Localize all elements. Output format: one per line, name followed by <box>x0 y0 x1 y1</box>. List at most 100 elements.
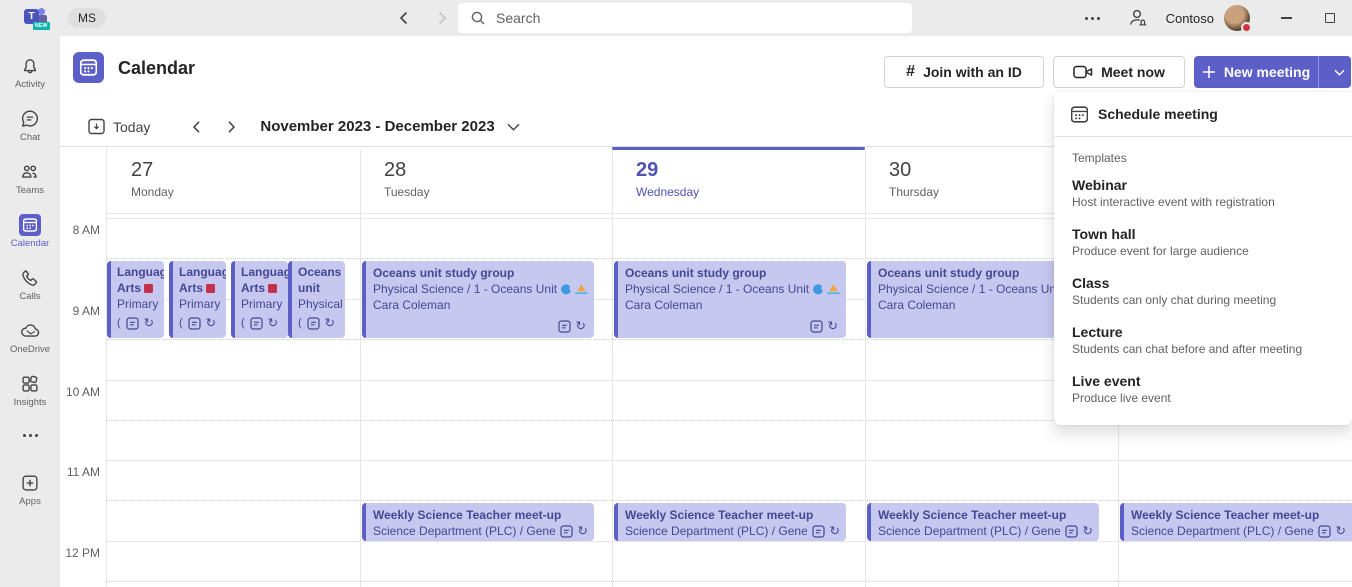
calendar-today-icon <box>88 118 105 135</box>
clock-icon: ( <box>241 315 245 331</box>
calendar-icon <box>1071 106 1088 123</box>
previous-week-button[interactable] <box>190 120 204 134</box>
sidebar-more-apps[interactable] <box>2 417 58 453</box>
red-square-icon <box>268 284 277 293</box>
sidebar-item-apps[interactable]: Apps <box>2 463 58 516</box>
title-bar: T NEW MS Contoso <box>0 0 1352 36</box>
presence-busy-dot <box>1241 22 1252 33</box>
new-meeting-menu: Schedule meeting Templates Webinar Host … <box>1054 92 1352 425</box>
recurring-icon: ↻ <box>206 317 216 330</box>
tenant-name[interactable]: Contoso <box>1166 11 1214 26</box>
event-language-arts[interactable]: Language Arts Primary ( ↻ <box>169 261 226 338</box>
recurring-icon: ↻ <box>830 525 840 538</box>
day-header-wednesday[interactable]: 29 Wednesday <box>612 147 865 213</box>
calendar-app-icon <box>73 52 104 83</box>
sidebar-item-insights[interactable]: Insights <box>2 364 58 417</box>
join-with-id-button[interactable]: # Join with an ID <box>884 56 1044 88</box>
sidebar-item-chat[interactable]: Chat <box>2 99 58 152</box>
today-button[interactable]: Today <box>88 118 150 135</box>
recurring-icon: ↻ <box>144 317 154 330</box>
sidebar-item-teams[interactable]: Teams <box>2 152 58 205</box>
forward-button[interactable] <box>434 10 450 26</box>
event-oceans-study-group[interactable]: Oceans unit study group Physical Science… <box>362 261 594 338</box>
notes-icon <box>1065 525 1078 538</box>
event-language-arts[interactable]: Language Arts Primary ( ↻ <box>107 261 164 338</box>
new-meeting-dropdown-toggle[interactable] <box>1327 56 1351 88</box>
notes-icon <box>558 320 571 333</box>
wave-icon <box>812 283 824 296</box>
search-icon <box>470 10 486 26</box>
notes-icon <box>250 317 263 330</box>
time-label: 10 AM <box>60 385 100 399</box>
clock-icon: ( <box>179 315 183 331</box>
more-options-icon[interactable] <box>1079 11 1106 26</box>
event-oceans-study-group[interactable]: Oceans unit study group Physical Science… <box>614 261 846 338</box>
recurring-icon: ↻ <box>1083 525 1093 538</box>
minimize-icon <box>1281 17 1292 18</box>
next-week-button[interactable] <box>224 120 238 134</box>
menu-item-lecture[interactable]: Lecture Students can chat before and aft… <box>1054 324 1352 373</box>
search-bar[interactable] <box>458 3 912 33</box>
menu-item-schedule-meeting[interactable]: Schedule meeting <box>1054 92 1352 136</box>
teams-logo-icon[interactable]: T NEW <box>24 6 50 30</box>
sidebar-item-onedrive[interactable]: OneDrive <box>2 311 58 364</box>
person-alert-icon[interactable] <box>1126 7 1148 29</box>
notes-icon <box>810 320 823 333</box>
clock-icon: ( <box>117 315 121 331</box>
recurring-icon: ↻ <box>325 317 335 330</box>
bell-icon <box>19 55 41 77</box>
date-range-chevron-icon[interactable] <box>507 123 520 131</box>
wave-icon <box>560 283 572 296</box>
hash-icon: # <box>906 63 915 81</box>
beach-icon <box>827 283 840 295</box>
day-header-tuesday[interactable]: 28 Tuesday <box>360 147 612 213</box>
event-language-arts[interactable]: Language Arts Primary ( ↻ <box>231 261 288 338</box>
back-button[interactable] <box>396 10 412 26</box>
recurring-icon: ↻ <box>576 320 586 333</box>
menu-item-class[interactable]: Class Students can only chat during meet… <box>1054 275 1352 324</box>
red-square-icon <box>206 284 215 293</box>
maximize-icon <box>1325 13 1335 23</box>
app-rail: Activity Chat Teams Calendar Calls OneDr… <box>0 36 60 587</box>
more-apps-icon <box>17 428 44 443</box>
event-weekly-meetup[interactable]: Weekly Science Teacher meet-up Science D… <box>362 503 594 541</box>
recurring-icon: ↻ <box>1336 525 1346 538</box>
plus-icon <box>1202 65 1216 79</box>
recurring-icon: ↻ <box>268 317 278 330</box>
recurring-icon: ↻ <box>578 525 588 538</box>
event-weekly-meetup[interactable]: Weekly Science Teacher meet-up Science D… <box>1120 503 1352 541</box>
avatar[interactable] <box>1224 5 1250 31</box>
maximize-button[interactable] <box>1308 0 1352 36</box>
sidebar-item-calls[interactable]: Calls <box>2 258 58 311</box>
meet-now-button[interactable]: Meet now <box>1053 56 1185 88</box>
menu-item-town-hall[interactable]: Town hall Produce event for large audien… <box>1054 226 1352 275</box>
menu-item-webinar[interactable]: Webinar Host interactive event with regi… <box>1054 177 1352 226</box>
event-weekly-meetup[interactable]: Weekly Science Teacher meet-up Science D… <box>867 503 1099 541</box>
time-label: 8 AM <box>60 223 100 237</box>
sidebar-item-activity[interactable]: Activity <box>2 46 58 99</box>
notes-icon <box>560 525 573 538</box>
day-header-monday[interactable]: 27 Monday <box>107 147 360 213</box>
notes-icon <box>1318 525 1331 538</box>
people-icon <box>19 161 41 183</box>
new-meeting-button[interactable]: New meeting <box>1194 56 1319 88</box>
time-label: 9 AM <box>60 304 100 318</box>
menu-item-live-event[interactable]: Live event Produce live event <box>1054 373 1352 422</box>
event-weekly-meetup[interactable]: Weekly Science Teacher meet-up Science D… <box>614 503 846 541</box>
time-label: 11 AM <box>60 465 100 479</box>
date-range-label[interactable]: November 2023 - December 2023 <box>260 118 494 135</box>
event-oceans-unit[interactable]: Oceans unit Physical ( ↻ <box>288 261 345 338</box>
calendar-icon <box>19 214 41 236</box>
sidebar-item-calendar[interactable]: Calendar <box>2 205 58 258</box>
red-square-icon <box>144 284 153 293</box>
new-meeting-split-button[interactable]: New meeting <box>1194 56 1351 88</box>
recurring-icon: ↻ <box>828 320 838 333</box>
notes-icon <box>126 317 139 330</box>
search-input[interactable] <box>496 10 876 26</box>
notes-icon <box>188 317 201 330</box>
chat-icon <box>19 108 41 130</box>
clock-icon: ( <box>298 315 302 331</box>
notes-icon <box>307 317 320 330</box>
chevron-down-icon <box>1334 69 1345 76</box>
minimize-button[interactable] <box>1264 0 1308 36</box>
